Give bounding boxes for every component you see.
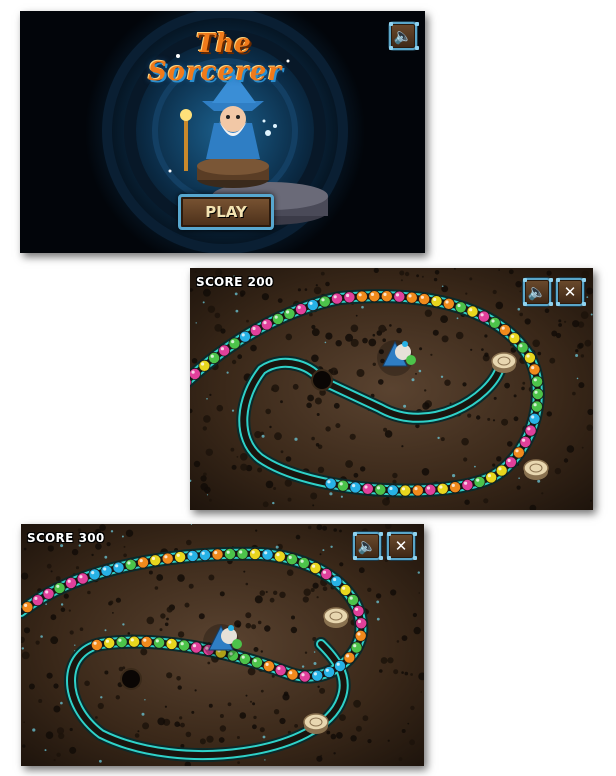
title-screen: The Sorcerer PLAY 🔈 bbox=[20, 11, 425, 253]
sound-toggle-button[interactable]: 🔈 bbox=[523, 278, 551, 306]
speaker-icon: 🔈 bbox=[527, 283, 547, 301]
score-label: SCORE bbox=[27, 531, 74, 545]
score-display: SCORE 300 bbox=[27, 531, 105, 545]
game-board bbox=[21, 524, 424, 766]
close-icon: ✕ bbox=[394, 537, 408, 555]
score-value: 300 bbox=[78, 531, 105, 545]
close-button[interactable]: ✕ bbox=[387, 532, 415, 560]
game-title-line2: Sorcerer bbox=[148, 57, 283, 87]
score-label: SCORE bbox=[196, 275, 243, 289]
gameplay-screen-2: SCORE 300 🔈 ✕ bbox=[21, 524, 424, 766]
score-display: SCORE 200 bbox=[196, 275, 274, 289]
play-button[interactable]: PLAY bbox=[178, 194, 274, 230]
game-title-line1: The bbox=[196, 29, 251, 59]
close-icon: ✕ bbox=[563, 283, 577, 301]
close-button[interactable]: ✕ bbox=[556, 278, 584, 306]
sound-toggle-button[interactable]: 🔈 bbox=[353, 532, 381, 560]
sound-toggle-button[interactable]: 🔈 bbox=[389, 22, 417, 50]
score-value: 200 bbox=[247, 275, 274, 289]
gameplay-screen-1: SCORE 200 🔈 ✕ bbox=[190, 268, 593, 510]
speaker-icon: 🔈 bbox=[357, 537, 377, 555]
speaker-icon: 🔈 bbox=[393, 27, 413, 45]
